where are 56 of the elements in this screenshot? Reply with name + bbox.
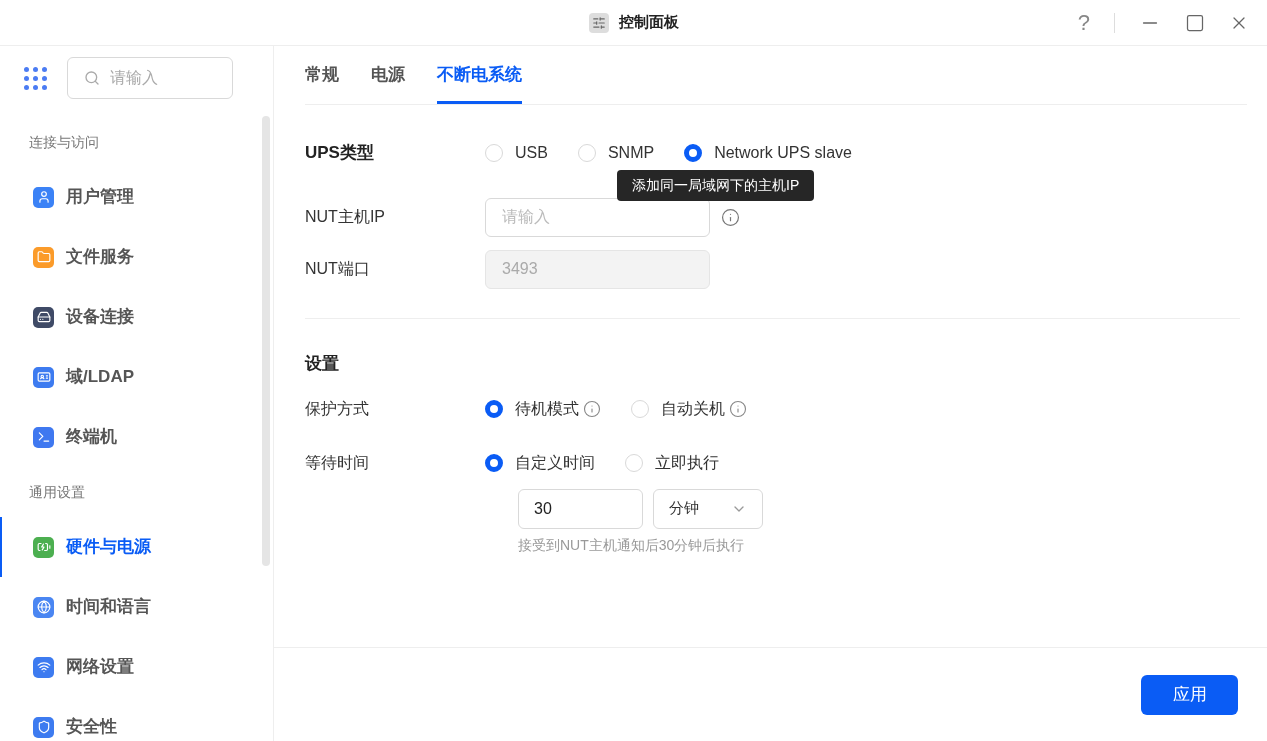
hint-text: 接受到NUT主机通知后30分钟后执行 (518, 535, 745, 555)
sidebar-item[interactable]: 终端机 (0, 407, 257, 467)
info-icon[interactable] (729, 399, 747, 418)
sidebar-item[interactable]: 时间和语言 (0, 577, 257, 637)
group-header: 连接与访问 (28, 132, 100, 152)
input-field[interactable]: 请输入 (485, 197, 710, 237)
option-label: 立即执行 (655, 452, 719, 473)
section-title: 设置 (305, 353, 339, 375)
sidebar-item[interactable]: 用户管理 (0, 167, 257, 227)
shield-icon (33, 716, 54, 738)
search-icon (84, 70, 100, 86)
id-card-icon (33, 366, 54, 388)
option-label: SNMP (607, 143, 655, 163)
window-title: 控制面板 (618, 12, 679, 33)
field-label: 等待时间 (305, 452, 370, 473)
globe-icon (33, 596, 54, 618)
unit-dropdown[interactable]: 分钟 (653, 488, 763, 529)
apply-button[interactable]: 应用 (1141, 674, 1238, 715)
tooltip: 添加同一局域网下的主机IP (617, 169, 815, 201)
option-label: 自动关机 (661, 398, 725, 419)
user-icon (33, 186, 54, 208)
sidebar-item[interactable]: 网络设置 (0, 637, 257, 697)
terminal-icon (33, 426, 54, 448)
search-field[interactable]: 请输入 (67, 57, 233, 99)
drive-icon (33, 306, 54, 328)
field-label: NUT主机IP (305, 207, 386, 227)
sidebar-item[interactable]: 文件服务 (0, 227, 257, 287)
option-label: 待机模式 (515, 398, 579, 419)
sidebar-item[interactable]: 设备连接 (0, 287, 257, 347)
section-title: UPS类型 (305, 142, 375, 165)
sidebar-item[interactable]: 域/LDAP (0, 347, 257, 407)
field-label: NUT端口 (305, 259, 371, 279)
wifi-icon (33, 656, 54, 678)
tab[interactable]: 不断电系统 (437, 61, 522, 104)
tab[interactable]: 电源 (371, 61, 405, 104)
folder-icon (33, 246, 54, 268)
tab[interactable]: 常规 (305, 61, 339, 104)
maximize-icon[interactable] (1185, 12, 1205, 33)
sidebar-item[interactable]: 安全性 (0, 697, 257, 741)
radio-button[interactable] (485, 399, 503, 418)
radio-button[interactable] (684, 144, 703, 162)
option-label: USB (515, 143, 548, 163)
battery-icon (33, 536, 54, 558)
control-panel-icon (588, 12, 609, 33)
input-field[interactable]: 30 (518, 488, 643, 529)
info-icon[interactable] (721, 207, 740, 227)
radio-button[interactable] (485, 453, 503, 472)
sidebar-item[interactable]: 硬件与电源 (0, 517, 257, 577)
option-label: Network UPS slave (714, 143, 852, 163)
info-icon[interactable] (583, 399, 601, 418)
group-header: 通用设置 (28, 482, 86, 502)
help-button[interactable]: ? (1077, 6, 1090, 39)
scrollbar[interactable] (262, 116, 270, 566)
option-label: 自定义时间 (515, 452, 595, 473)
field-label: 保护方式 (305, 398, 370, 419)
apps-grid-icon[interactable] (24, 66, 47, 90)
